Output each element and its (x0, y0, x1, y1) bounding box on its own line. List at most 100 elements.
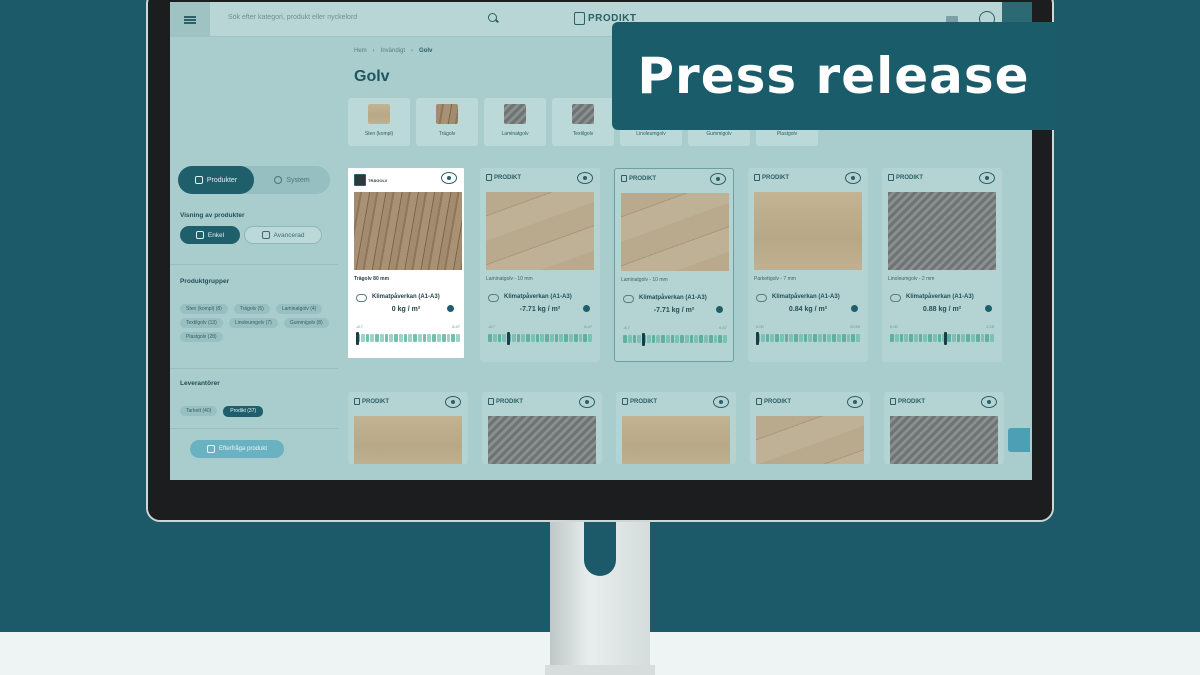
product-image (756, 416, 864, 464)
category-textile[interactable]: Textilgolv (552, 98, 614, 146)
info-icon[interactable] (716, 306, 723, 313)
scale-segment (918, 334, 923, 342)
eye-icon[interactable] (577, 172, 593, 184)
filter-sidebar: Produkter System Visning av produkter En… (170, 152, 338, 480)
hamburger-icon (184, 15, 196, 24)
info-icon[interactable] (447, 305, 454, 312)
eye-icon[interactable] (845, 172, 861, 184)
product-image (622, 416, 730, 464)
scale-segment (403, 334, 408, 342)
eye-icon[interactable] (981, 396, 997, 408)
view-heading: Visning av produkter (180, 212, 245, 219)
chip-group[interactable]: Linoleumgolv (7) (228, 318, 278, 328)
product-name: Laminatgolv - 10 mm (621, 277, 668, 283)
product-card[interactable]: PRODIKT (750, 392, 870, 464)
scale-segment (899, 334, 904, 342)
product-card[interactable]: PRODIKT (348, 392, 468, 464)
eye-icon[interactable] (445, 396, 461, 408)
scale-segment (408, 334, 413, 342)
scale-segment (502, 334, 507, 342)
chip-group[interactable]: Plastgolv (28) (180, 332, 223, 342)
scale-segment (966, 334, 971, 342)
scale-segment (656, 335, 661, 343)
chip-supplier-prodikt[interactable]: Prodikt (37) (223, 406, 264, 417)
product-image (354, 192, 462, 270)
breadcrumb-home[interactable]: Hem (354, 48, 367, 54)
mail-icon (206, 445, 215, 453)
scale-segment (760, 334, 765, 342)
chip-group[interactable]: Laminatgolv (4) (275, 304, 323, 314)
search-input[interactable]: Sök efter kategori, produkt eller nyckel… (228, 14, 357, 21)
chip-supplier-tarkett[interactable]: Tarkett (40) (180, 406, 218, 416)
product-card[interactable]: PRODIKT Laminatgolv - 10 mm Klimatpåverk… (614, 168, 734, 362)
products-system-toggle: Produkter System (178, 166, 330, 194)
co2-icon (756, 294, 767, 302)
scale-segment (846, 334, 851, 342)
toggle-system[interactable]: System (254, 166, 330, 194)
scale-segment (511, 334, 516, 342)
range-labels: 0.00 20.59 (756, 324, 860, 329)
supplier-logo: PRODIKT (621, 175, 656, 182)
toggle-products[interactable]: Produkter (178, 166, 254, 194)
scale-segment (694, 335, 699, 343)
co2-icon (356, 294, 367, 302)
climate-scale (623, 335, 727, 343)
scale-segment (708, 335, 713, 343)
product-card[interactable]: PRODIKT (616, 392, 736, 464)
eye-icon[interactable] (441, 172, 457, 184)
product-card[interactable]: PRODIKT Linoleumgolv - 2 mm Klimatpåverk… (882, 168, 1002, 362)
request-product-button[interactable]: Efterfråga produkt (190, 440, 284, 458)
climate-scale (756, 334, 860, 342)
feedback-tab[interactable] (1008, 428, 1030, 452)
supplier-logo: PRODIKT (486, 174, 521, 181)
eye-icon[interactable] (713, 396, 729, 408)
menu-button[interactable] (170, 2, 210, 37)
info-icon[interactable] (985, 305, 992, 312)
eye-icon[interactable] (579, 396, 595, 408)
view-simple-button[interactable]: Enkel (180, 226, 240, 244)
product-image (888, 192, 996, 270)
chip-group[interactable]: Sten (kompl) (8) (180, 304, 228, 314)
scale-segment (554, 334, 559, 342)
product-card[interactable]: PRODIKT (884, 392, 1004, 464)
product-image (890, 416, 998, 464)
chip-group[interactable]: Gummigolv (8) (283, 318, 329, 328)
product-card[interactable]: PRODIKT (482, 392, 602, 464)
scale-segment (684, 335, 689, 343)
scale-segment (990, 334, 994, 342)
scale-segment (808, 334, 813, 342)
product-card[interactable]: PRODIKT Parkettgolv - 7 mm Klimatpåverka… (748, 168, 868, 362)
search-icon[interactable] (488, 13, 497, 22)
scale-segment (437, 334, 441, 342)
gear-icon (274, 176, 283, 184)
scale-segment (851, 334, 856, 342)
scale-segment (894, 334, 899, 342)
breadcrumb-indoor[interactable]: Invändigt (381, 48, 405, 54)
view-advanced-button[interactable]: Avancerad (244, 226, 322, 244)
scale-segment (704, 335, 708, 343)
category-laminate[interactable]: Laminatgolv (484, 98, 546, 146)
scale-segment (770, 334, 775, 342)
scale-segment (904, 334, 909, 342)
divider (170, 428, 338, 429)
grid-icon (195, 231, 204, 239)
category-wood[interactable]: Trägolv (416, 98, 478, 146)
info-icon[interactable] (851, 305, 858, 312)
scale-segment (637, 335, 642, 343)
category-stone[interactable]: Sten (kompl) (348, 98, 410, 146)
product-card[interactable]: PRODIKT Laminatgolv - 10 mm Klimatpåverk… (480, 168, 600, 362)
product-image (488, 416, 596, 464)
scale-segment (813, 334, 817, 342)
scale-segment (394, 334, 398, 342)
scale-segment (832, 334, 837, 342)
scale-segment (516, 334, 521, 342)
climate-scale (890, 334, 994, 342)
eye-icon[interactable] (979, 172, 995, 184)
chip-group[interactable]: Trägolv (5) (233, 304, 270, 314)
eye-icon[interactable] (710, 173, 726, 185)
chip-group[interactable]: Textilgolv (13) (180, 318, 223, 328)
eye-icon[interactable] (847, 396, 863, 408)
scale-segment (521, 334, 526, 342)
product-card[interactable]: TRÄGOLV Trägolv 80 mm Klimatpåverkan (A1… (346, 166, 466, 360)
info-icon[interactable] (583, 305, 590, 312)
